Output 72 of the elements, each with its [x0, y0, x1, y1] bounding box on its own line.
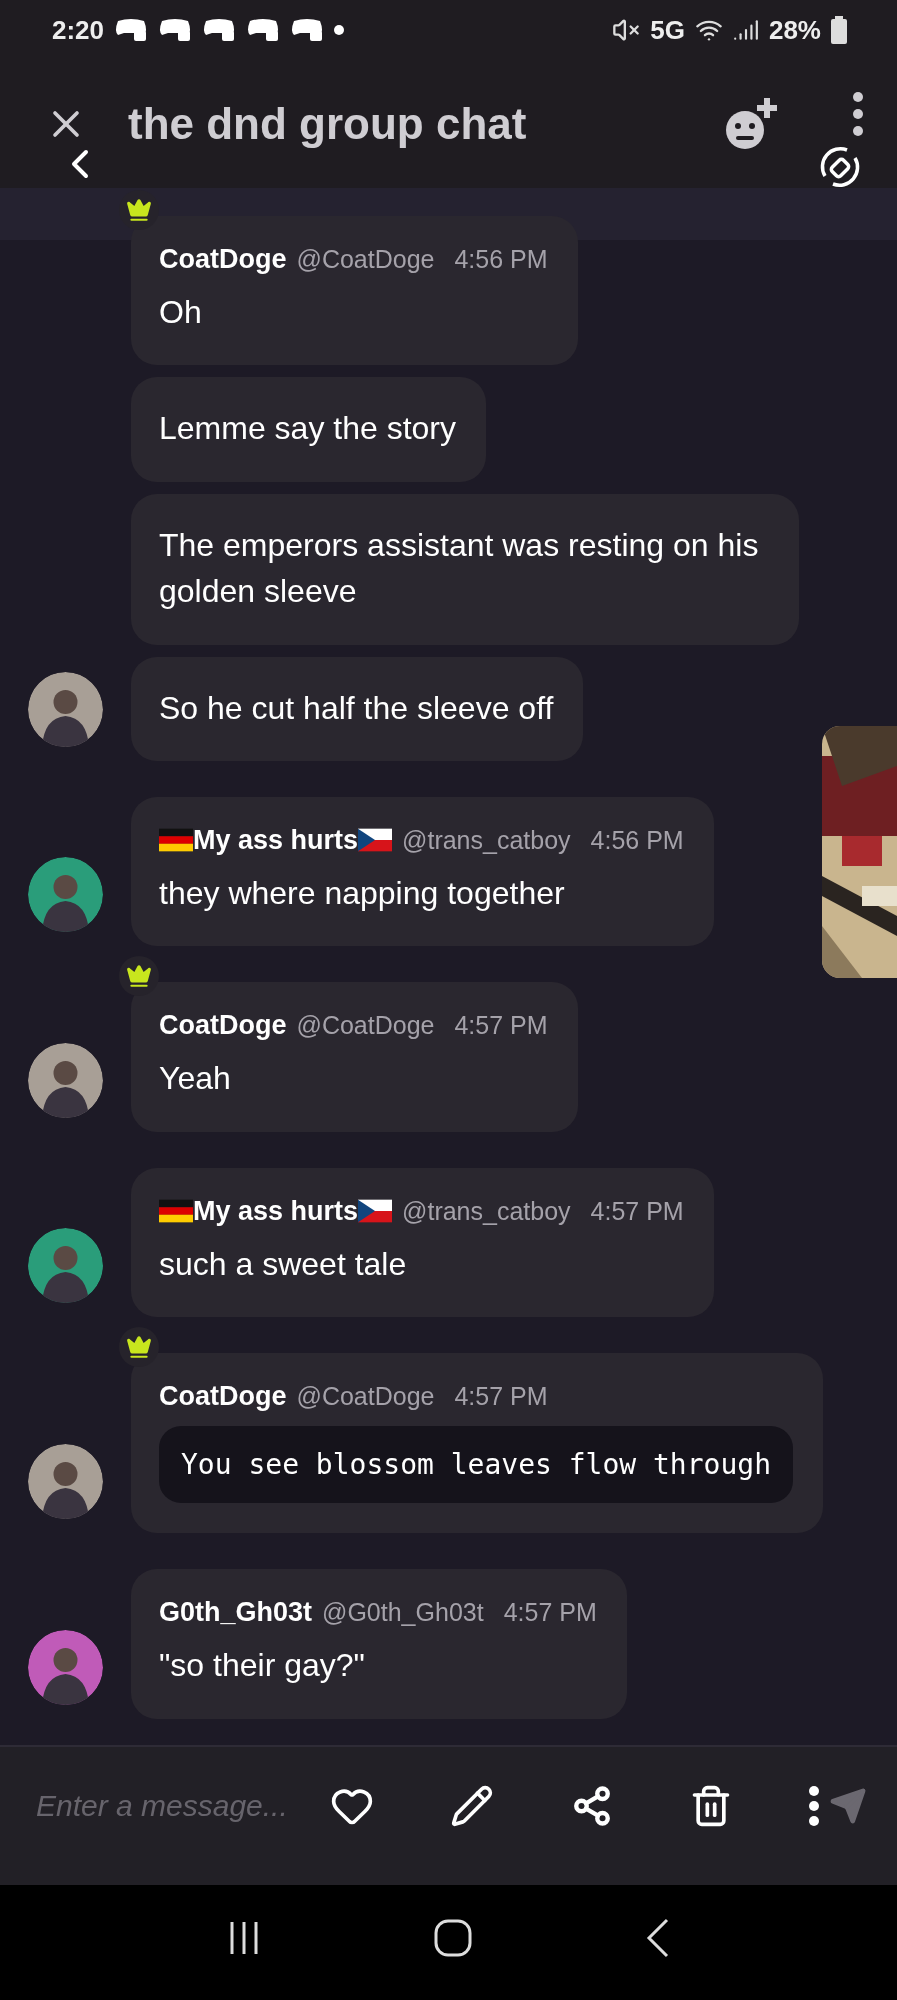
battery-icon	[831, 16, 847, 44]
crown-icon	[126, 1334, 152, 1361]
message-text: "so their gay?"	[159, 1646, 366, 1686]
avatar[interactable]	[28, 1042, 103, 1118]
author-name[interactable]: G0th_Gh03t	[159, 1597, 313, 1629]
flag-icon	[159, 828, 193, 853]
message-text: Yeah	[159, 1059, 232, 1099]
flag-icon	[358, 828, 393, 853]
message-text: Lemme say the story	[159, 409, 456, 449]
avatar[interactable]	[28, 671, 103, 747]
author-name[interactable]: CoatDoge	[159, 1010, 287, 1042]
message-bubble[interactable]: The emperors assistant was resting on his golden sleeve	[131, 493, 799, 645]
send-button[interactable]	[829, 1787, 867, 1825]
timestamp: 4:57 PM	[454, 1011, 548, 1041]
timestamp: 4:56 PM	[590, 825, 684, 855]
message-text: Oh	[159, 293, 203, 332]
author-name[interactable]: My ass hurts	[193, 824, 359, 856]
crown-icon	[126, 197, 152, 223]
crown-icon	[126, 963, 152, 990]
pencil-icon	[450, 1784, 495, 1828]
message-text: The emperors assistant was resting on his golden sleeve	[159, 525, 760, 612]
flag-icon	[358, 1199, 393, 1224]
user-handle: @trans_catboy	[402, 825, 571, 855]
more-options-button[interactable]	[809, 1786, 819, 1826]
flag-icon	[159, 1199, 193, 1224]
message-text: they where napping together	[159, 873, 566, 913]
more-menu-button[interactable]	[853, 92, 863, 136]
app-notification-icon	[290, 17, 325, 43]
message-input[interactable]: Enter a message...	[36, 1789, 316, 1823]
avatar[interactable]	[28, 1444, 103, 1520]
back-icon[interactable]	[644, 1917, 671, 1958]
kebab-menu-icon	[853, 92, 863, 136]
dot-icon	[334, 25, 345, 35]
send-icon	[829, 1787, 867, 1825]
avatar[interactable]	[28, 1228, 103, 1304]
message-bubble[interactable]: CoatDoge @CoatDoge 4:57 PM Yeah	[131, 982, 578, 1132]
edit-button[interactable]	[450, 1784, 495, 1828]
message-text: such a sweet tale	[159, 1244, 408, 1284]
network-label: 5G	[650, 14, 685, 46]
user-handle: @CoatDoge	[296, 1382, 435, 1412]
message-bubble[interactable]: My ass hurts @trans_catboy 4:56 PM they where napping together	[131, 796, 714, 947]
author-name[interactable]: CoatDoge	[159, 244, 287, 275]
message-bubble[interactable]: Lemme say the story	[131, 377, 486, 482]
signal-icon	[732, 17, 759, 43]
author-name[interactable]: CoatDoge	[159, 1381, 287, 1413]
clock: 2:20	[52, 14, 105, 46]
message-text: So he cut half the sleeve off	[159, 688, 554, 728]
app-notification-icon	[246, 17, 281, 43]
app-notification-icon	[158, 17, 193, 43]
timestamp: 4:57 PM	[590, 1196, 684, 1226]
chat-title: the dnd group chat	[128, 99, 528, 149]
app-notification-icon	[202, 17, 237, 43]
kebab-menu-icon	[809, 1786, 819, 1826]
avatar[interactable]	[28, 1629, 103, 1705]
message-bubble[interactable]: My ass hurts @trans_catboy 4:57 PM such a sweet tale	[131, 1167, 714, 1318]
user-handle: @CoatDoge	[296, 1011, 435, 1041]
message-bubble[interactable]: CoatDoge @CoatDoge 4:57 PM You see blossom leaves flow through	[131, 1353, 823, 1534]
message-bubble[interactable]: CoatDoge @CoatDoge 4:56 PM Oh	[131, 216, 578, 366]
timestamp: 4:57 PM	[503, 1598, 597, 1628]
message-bubble[interactable]: G0th_Gh03t @G0th_Gh03t 4:57 PM "so their gay?"	[131, 1569, 627, 1719]
home-icon[interactable]	[434, 1918, 473, 1957]
timestamp: 4:57 PM	[454, 1382, 548, 1412]
user-handle: @trans_catboy	[402, 1196, 571, 1226]
battery-percent: 28%	[768, 14, 821, 46]
user-handle: @CoatDoge	[296, 245, 435, 274]
app-notification-icon	[114, 17, 149, 43]
user-handle: @G0th_Gh03t	[322, 1598, 484, 1628]
author-name[interactable]: My ass hurts	[193, 1195, 359, 1227]
avatar[interactable]	[28, 857, 103, 933]
timestamp: 4:56 PM	[454, 245, 548, 274]
message-bubble[interactable]: So he cut half the sleeve off	[131, 656, 584, 761]
code-block: You see blossom leaves flow through	[159, 1426, 793, 1504]
